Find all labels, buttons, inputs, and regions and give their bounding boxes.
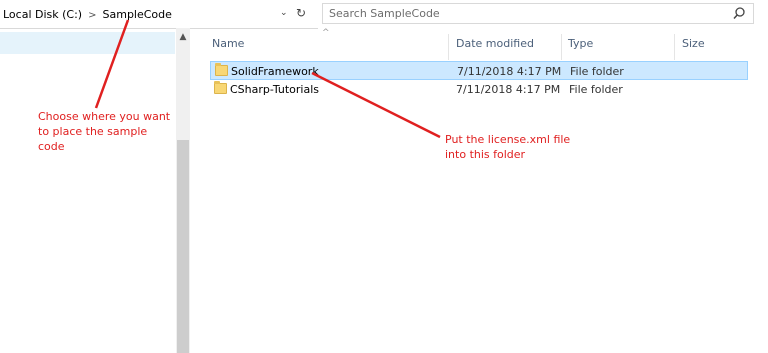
refresh-icon[interactable]: ↻ (296, 6, 306, 20)
column-header-type[interactable]: Type (568, 37, 593, 50)
column-header-date-modified[interactable]: Date modified (456, 37, 534, 50)
annotation-line: to place the sample (38, 125, 148, 138)
scroll-up-arrow-icon[interactable]: ▲ (176, 32, 190, 42)
file-date-modified: 7/11/2018 4:17 PM (456, 83, 561, 96)
annotation-license-file: Put the license.xml file into this folde… (445, 132, 570, 162)
folder-icon (214, 81, 227, 94)
breadcrumb: Local Disk (C:) > SampleCode (3, 8, 172, 21)
sort-indicator-icon: ^ (322, 28, 330, 38)
search-icon[interactable] (733, 7, 745, 23)
search-input[interactable] (329, 7, 709, 20)
breadcrumb-local-disk[interactable]: Local Disk (C:) (3, 8, 82, 21)
annotation-choose-location: Choose where you want to place the sampl… (38, 109, 170, 154)
nav-selected-item[interactable] (0, 32, 175, 54)
address-bar[interactable]: Local Disk (C:) > SampleCode ⌄ ↻ (0, 0, 318, 29)
annotation-line: code (38, 140, 65, 153)
breadcrumb-samplecode[interactable]: SampleCode (103, 8, 172, 21)
file-name[interactable]: CSharp-Tutorials (230, 83, 319, 96)
column-divider[interactable] (448, 34, 449, 60)
file-type: File folder (569, 83, 623, 96)
annotation-line: Choose where you want (38, 110, 171, 123)
nav-scrollbar-thumb[interactable] (177, 140, 189, 353)
file-row-csharp-tutorials[interactable]: CSharp-Tutorials 7/11/2018 4:17 PM File … (210, 80, 748, 99)
navigation-pane[interactable] (0, 28, 175, 353)
address-history-dropdown-icon[interactable]: ⌄ (280, 8, 288, 18)
file-type: File folder (570, 65, 624, 78)
file-name[interactable]: SolidFramework (231, 65, 319, 78)
search-box[interactable] (322, 3, 754, 24)
breadcrumb-separator[interactable]: > (88, 10, 96, 21)
column-header-size[interactable]: Size (682, 37, 705, 50)
nav-scrollbar[interactable]: ▲ (176, 28, 190, 353)
folder-icon (215, 63, 228, 76)
file-date-modified: 7/11/2018 4:17 PM (457, 65, 562, 78)
file-row-solidframework[interactable]: SolidFramework 7/11/2018 4:17 PM File fo… (210, 61, 748, 80)
column-divider[interactable] (561, 34, 562, 60)
column-divider[interactable] (674, 34, 675, 60)
file-list[interactable]: ^ Name Date modified Type Size SolidFram… (204, 28, 768, 353)
column-header-name[interactable]: Name (212, 37, 244, 50)
file-list-scrollbar[interactable] (752, 28, 768, 353)
annotation-line: into this folder (445, 148, 526, 161)
annotation-line: Put the license.xml file (445, 133, 571, 146)
